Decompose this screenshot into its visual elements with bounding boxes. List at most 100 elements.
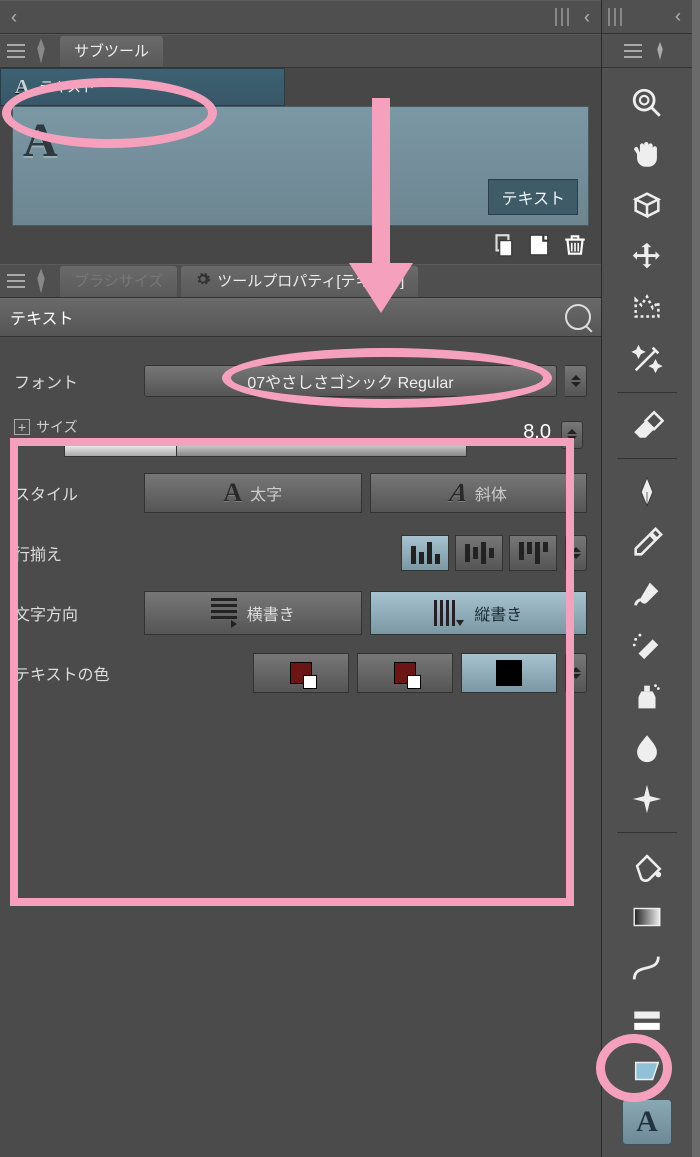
tool-zoom[interactable] xyxy=(622,80,672,125)
panel-menu-icon[interactable] xyxy=(6,43,26,59)
subtool-preview[interactable]: A テキスト xyxy=(12,106,589,226)
sidebar-header: ‹‹ xyxy=(602,0,692,34)
tool-hand[interactable] xyxy=(622,131,672,176)
property-title: テキスト xyxy=(10,305,74,329)
tool-fill[interactable] xyxy=(622,843,672,888)
align-middle-button[interactable] xyxy=(455,535,503,571)
row-size: + サイズ 8.0 xyxy=(14,417,587,457)
tool-text[interactable]: A xyxy=(622,1099,672,1144)
bold-label: 太字 xyxy=(250,481,282,505)
tab-label: ブラシサイズ xyxy=(74,270,163,291)
tab-label: ツールプロパティ[テキスト] xyxy=(217,270,404,291)
tool-spray[interactable] xyxy=(622,674,672,719)
align-top-button[interactable] xyxy=(401,535,449,571)
frame-icon xyxy=(630,1054,664,1088)
swatch-main xyxy=(290,662,312,684)
sidebar-collapse-handle[interactable]: ‹‹ xyxy=(664,6,686,28)
duplicate-icon[interactable] xyxy=(489,231,517,259)
property-title-bar: テキスト xyxy=(0,298,601,337)
label-font: フォント xyxy=(14,369,144,393)
font-stepper[interactable] xyxy=(565,365,587,397)
droplet-icon xyxy=(630,731,664,765)
font-dropdown[interactable]: 07やさしさゴシック Regular xyxy=(144,365,557,397)
expand-icon[interactable]: + xyxy=(14,419,30,435)
size-stepper[interactable] xyxy=(561,421,583,449)
top-chrome: ‹‹ ‹‹ xyxy=(0,0,601,34)
subtool-item-text[interactable]: A テキスト xyxy=(0,68,285,106)
direction-vertical-button[interactable]: 縦書き xyxy=(370,591,588,635)
size-slider[interactable] xyxy=(64,441,467,457)
magnifier-icon xyxy=(630,86,664,120)
trash-icon[interactable] xyxy=(561,231,589,259)
color-main-button[interactable] xyxy=(253,653,349,693)
preview-badge: テキスト xyxy=(488,179,578,215)
tool-brush[interactable] xyxy=(622,572,672,617)
collapse-left-handle[interactable]: ‹‹ xyxy=(0,6,22,28)
color-bg-button[interactable] xyxy=(461,653,557,693)
tool-sparkle[interactable] xyxy=(622,777,672,822)
color-stepper[interactable] xyxy=(565,653,587,693)
panel-menu-icon[interactable] xyxy=(6,273,26,289)
direction-horizontal-button[interactable]: 横書き xyxy=(144,591,362,635)
tool-move[interactable] xyxy=(622,234,672,279)
gear-icon xyxy=(195,271,211,290)
tab-subtool[interactable]: サブツール xyxy=(60,36,163,67)
swatch-transparent xyxy=(394,662,416,684)
airbrush-icon xyxy=(630,628,664,662)
size-value: 8.0 xyxy=(523,421,551,444)
lasso-icon xyxy=(630,291,664,325)
new-icon[interactable] xyxy=(525,231,553,259)
nib-pen-icon xyxy=(630,475,664,509)
shape-icon xyxy=(630,1003,664,1037)
property-header: ブラシサイズ ツールプロパティ[テキスト] xyxy=(0,264,601,298)
panel-menu-icon[interactable] xyxy=(623,43,643,59)
subtool-header: サブツール xyxy=(0,34,601,68)
row-font: フォント 07やさしさゴシック Regular xyxy=(14,357,587,405)
tool-rotate[interactable] xyxy=(622,183,672,228)
tool-lasso[interactable] xyxy=(622,285,672,330)
align-middle-icon xyxy=(465,542,494,564)
font-value: 07やさしさゴシック Regular xyxy=(247,369,453,393)
cube-rotate-icon xyxy=(630,188,664,222)
align-stepper[interactable] xyxy=(565,535,587,571)
tool-sidebar: ‹‹ xyxy=(602,0,692,1157)
align-bottom-button[interactable] xyxy=(509,535,557,571)
property-panel: テキスト フォント 07やさしさゴシック Regular xyxy=(0,298,601,1157)
subtool-body: A テキスト A テキスト xyxy=(0,68,601,264)
search-icon[interactable] xyxy=(565,304,591,330)
italic-icon: A xyxy=(447,478,469,508)
tool-curve[interactable] xyxy=(622,946,672,991)
tool-shape[interactable] xyxy=(622,997,672,1042)
tab-brush-size[interactable]: ブラシサイズ xyxy=(60,266,177,297)
color-sub-button[interactable] xyxy=(357,653,453,693)
italic-button[interactable]: A 斜体 xyxy=(370,473,588,513)
subtool-footer xyxy=(0,226,601,264)
collapse-right-handle[interactable]: ‹‹ xyxy=(573,6,595,28)
label-size: サイズ xyxy=(36,417,78,437)
row-direction: 文字方向 横書き 縦書き xyxy=(14,589,587,637)
tool-gradient[interactable] xyxy=(622,894,672,939)
row-align: 行揃え xyxy=(14,529,587,577)
swatch-bg xyxy=(496,660,522,686)
label-align: 行揃え xyxy=(14,541,144,565)
tool-frame[interactable] xyxy=(622,1048,672,1093)
horizontal-lines-icon xyxy=(211,598,237,628)
grip-icon xyxy=(608,8,622,26)
subtool-item-label: テキスト xyxy=(39,77,95,97)
tool-eyedropper[interactable] xyxy=(622,520,672,565)
tool-wand[interactable] xyxy=(622,336,672,381)
gradient-icon xyxy=(630,900,664,934)
grip-icon xyxy=(555,8,569,26)
vertical-lines-icon xyxy=(434,600,464,626)
row-text-color: テキストの色 xyxy=(14,649,587,697)
tool-airbrush[interactable] xyxy=(622,623,672,668)
tab-tool-property[interactable]: ツールプロパティ[テキスト] xyxy=(181,266,418,297)
italic-label: 斜体 xyxy=(475,481,507,505)
tab-label: サブツール xyxy=(74,40,149,61)
brush-icon xyxy=(630,577,664,611)
tool-blur[interactable] xyxy=(622,725,672,770)
bold-button[interactable]: A 太字 xyxy=(144,473,362,513)
tool-pen[interactable] xyxy=(622,469,672,514)
move-arrows-icon xyxy=(630,240,664,274)
tool-eraser[interactable] xyxy=(622,403,672,448)
